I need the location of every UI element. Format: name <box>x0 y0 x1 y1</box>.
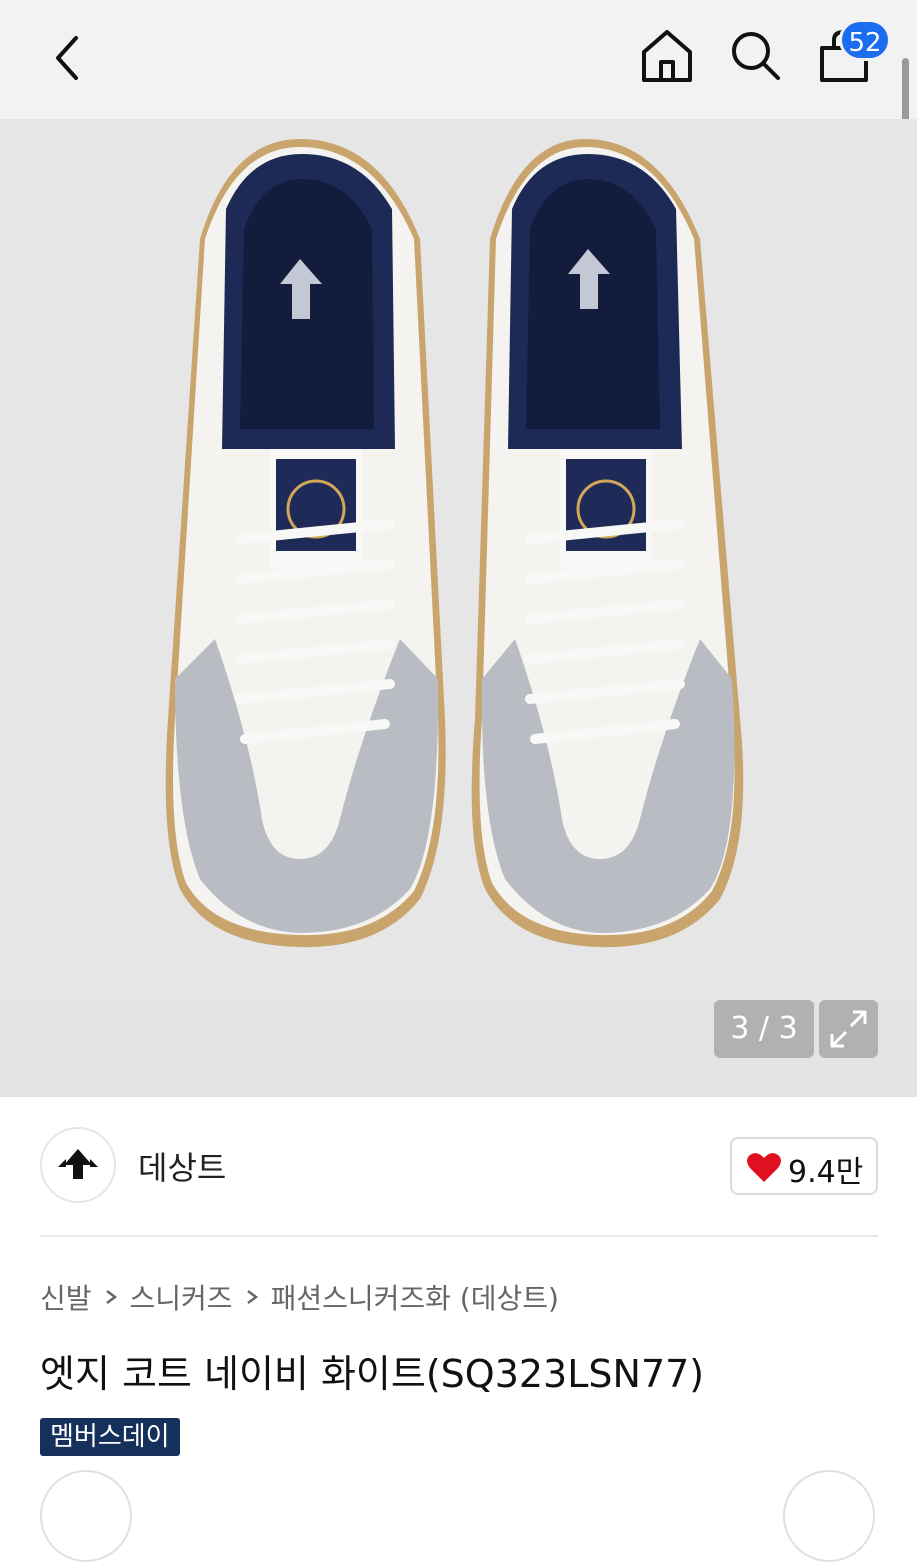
right-circle-button[interactable] <box>783 1470 875 1562</box>
product-image <box>0 119 917 1097</box>
back-button[interactable] <box>40 28 100 88</box>
expand-button[interactable] <box>819 1000 878 1058</box>
brand-logo[interactable] <box>40 1127 116 1203</box>
like-count: 9.4만 <box>788 1155 864 1190</box>
breadcrumb-item-fashion-sneakers[interactable]: 패션스니커즈화 (데상트) <box>271 1277 559 1317</box>
like-button[interactable]: 9.4만 <box>730 1137 878 1195</box>
home-icon <box>642 30 692 82</box>
product-title: 엣지 코트 네이비 화이트(SQ323LSN77) <box>40 1352 705 1396</box>
search-icon <box>732 32 780 80</box>
divider <box>40 1235 878 1237</box>
search-button[interactable] <box>726 26 786 86</box>
chevron-left-icon <box>56 36 78 80</box>
product-image-gallery[interactable] <box>0 119 917 1097</box>
breadcrumb: 신발 스니커즈 패션스니커즈화 (데상트) <box>40 1277 559 1317</box>
breadcrumb-item-shoes[interactable]: 신발 <box>40 1277 92 1317</box>
home-button[interactable] <box>636 26 698 88</box>
chevron-right-icon <box>105 1290 117 1304</box>
breadcrumb-item-sneakers[interactable]: 스니커즈 <box>130 1277 233 1317</box>
brand-row: 데상트 9.4만 <box>40 1127 878 1205</box>
descente-logo-icon <box>58 1149 98 1179</box>
members-day-tag: 멤버스데이 <box>40 1418 180 1456</box>
image-counter: 3 / 3 <box>714 1000 814 1058</box>
chevron-right-icon <box>246 1290 258 1304</box>
expand-icon <box>830 1010 867 1048</box>
heart-icon <box>747 1153 781 1182</box>
cart-count-badge: 52 <box>839 19 891 61</box>
left-shoe <box>165 139 446 948</box>
left-circle-button[interactable] <box>40 1470 132 1562</box>
brand-name[interactable]: 데상트 <box>138 1143 226 1189</box>
